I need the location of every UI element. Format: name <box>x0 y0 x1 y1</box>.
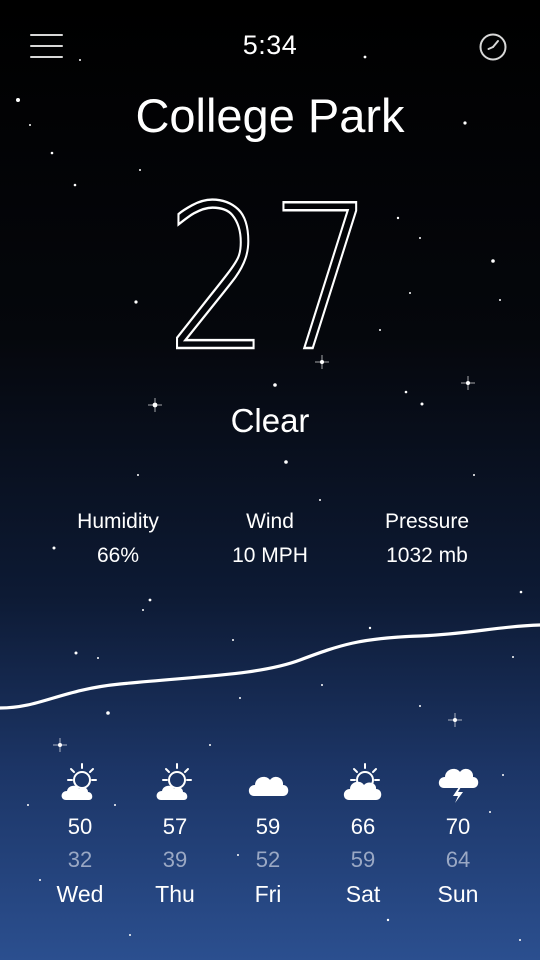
forecast-day-label: Sat <box>345 881 381 907</box>
forecast-day-label: Thu <box>155 881 195 907</box>
cloud-icon <box>248 776 289 796</box>
forecast-low: 32 <box>67 847 93 872</box>
forecast-day-thu[interactable]: 57 39 Thu <box>127 760 223 910</box>
forecast-low: 39 <box>162 847 188 872</box>
pressure-label: Pressure <box>384 510 470 533</box>
pressure-value: 1032 mb <box>386 544 468 567</box>
forecast-high: 70 <box>445 814 471 839</box>
forecast-high: 66 <box>350 814 376 839</box>
wind-stat: Wind 10 MPH <box>180 505 360 573</box>
sun-cloud-icon <box>61 763 97 800</box>
forecast-high: 50 <box>67 814 93 839</box>
forecast-day-label: Fri <box>254 881 282 907</box>
forecast-low: 52 <box>255 847 281 872</box>
forecast-low: 64 <box>445 847 471 872</box>
temperature-value: 27 <box>165 163 376 396</box>
sun-cloud-icon <box>343 763 382 800</box>
pressure-stat: Pressure 1032 mb <box>337 505 517 573</box>
horizon-wave <box>0 623 540 710</box>
clock-icon <box>479 33 507 61</box>
forecast-day-fri[interactable]: 59 52 Fri <box>220 760 316 910</box>
forecast-high: 57 <box>162 814 188 839</box>
forecast-day-label: Wed <box>56 881 104 907</box>
city-name: College Park <box>135 89 405 142</box>
forecast-high: 59 <box>255 814 281 839</box>
wind-value: 10 MPH <box>232 544 308 567</box>
forecast-day-label: Sun <box>437 881 479 907</box>
thunderstorm-icon <box>438 768 479 803</box>
forecast-day-wed[interactable]: 50 32 Wed <box>32 760 128 910</box>
forecast-day-sun[interactable]: 70 64 Sun <box>410 760 506 910</box>
wind-label: Wind <box>246 510 294 533</box>
sun-cloud-icon <box>156 763 192 800</box>
status-bar-time: 5:34 <box>242 30 298 60</box>
weather-condition: Clear <box>230 402 310 439</box>
forecast-low: 59 <box>350 847 376 872</box>
current-temperature: 27 <box>49 178 492 381</box>
forecast-day-sat[interactable]: 66 59 Sat <box>315 760 411 910</box>
clock-button[interactable] <box>478 32 508 62</box>
